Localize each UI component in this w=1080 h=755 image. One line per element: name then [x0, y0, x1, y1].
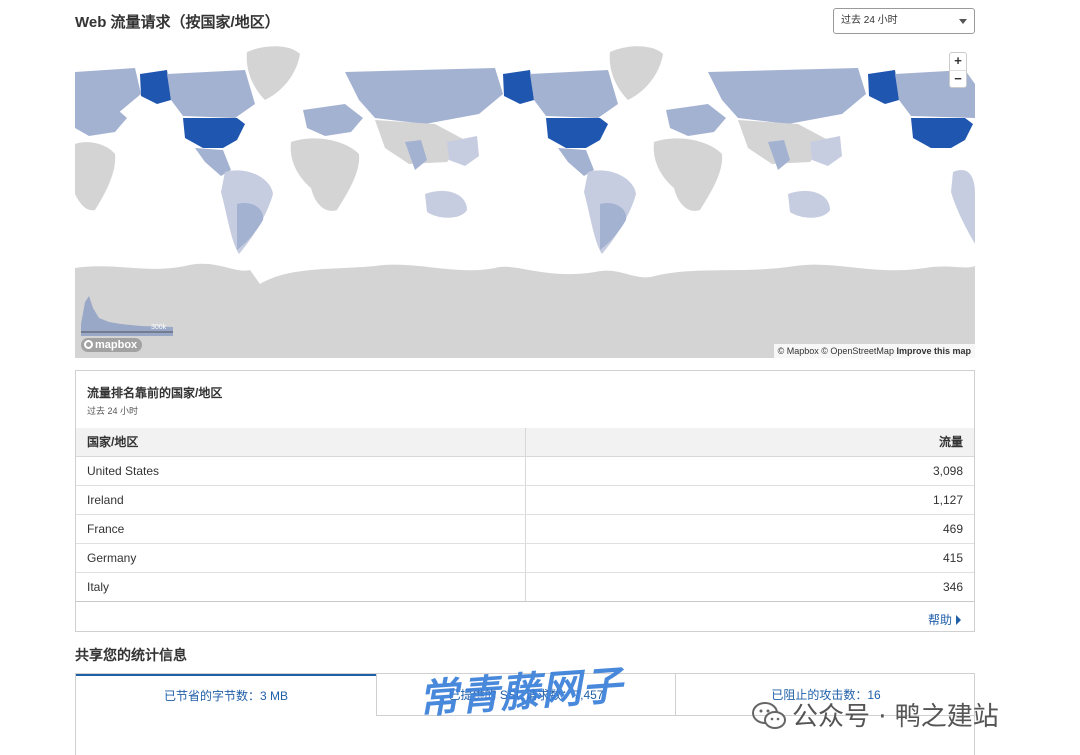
table-header-row: 国家/地区 流量: [76, 428, 974, 457]
top-countries-table: 国家/地区 流量 United States 3,098 Ireland 1,1…: [76, 428, 974, 602]
wechat-overlay: 公众号 · 鸭之建站: [752, 696, 999, 733]
table-row: Germany 415: [76, 543, 974, 573]
traffic-cell: 1,127: [525, 485, 974, 515]
country-cell: France: [76, 514, 526, 544]
time-range-value: 过去 24 小时: [841, 15, 898, 26]
zoom-out-button[interactable]: −: [950, 70, 966, 87]
wechat-account-label: 公众号 · 鸭之建站: [792, 702, 999, 732]
table-row: Italy 346: [76, 572, 974, 602]
usa: [183, 118, 245, 148]
share-stats-title: 共享您的统计信息: [75, 647, 187, 663]
page-title: Web 流量请求（按国家/地区）: [75, 14, 280, 31]
attribution-text[interactable]: © Mapbox © OpenStreetMap: [778, 346, 894, 356]
world-map-canvas: 300k: [75, 46, 975, 358]
help-link-label: 帮助: [927, 613, 952, 627]
map-zoom-control: + −: [949, 52, 967, 88]
traffic-world-map[interactable]: 300k + − mapbox © Mapbox © OpenStreetMap…: [75, 44, 975, 358]
top-countries-panel: 流量排名靠前的国家/地区 过去 24 小时 国家/地区 流量 United St…: [75, 370, 975, 632]
tab-bytes-saved[interactable]: 已节省的字节数：3 MB: [76, 674, 376, 716]
country-cell: Ireland: [76, 485, 526, 515]
mapbox-logo[interactable]: mapbox: [81, 338, 143, 352]
caret-right-icon: [956, 615, 961, 625]
improve-map-link[interactable]: Improve this map: [896, 346, 971, 356]
traffic-cell: 415: [525, 543, 974, 573]
time-range-select[interactable]: 过去 24 小时: [833, 8, 975, 34]
page-header: Web 流量请求（按国家/地区） 过去 24 小时: [75, 8, 975, 34]
map-attribution: © Mapbox © OpenStreetMap Improve this ma…: [773, 344, 975, 358]
panel-subtitle: 过去 24 小时: [87, 406, 139, 416]
zoom-in-button[interactable]: +: [950, 53, 966, 70]
svg-text:300k: 300k: [151, 324, 167, 331]
table-row: Ireland 1,127: [76, 485, 974, 515]
panel-title: 流量排名靠前的国家/地区: [87, 386, 223, 400]
country-cell: United States: [76, 456, 526, 486]
country-cell: Germany: [76, 543, 526, 573]
traffic-cell: 469: [525, 514, 974, 544]
country-cell: Italy: [76, 572, 526, 602]
table-row: United States 3,098: [76, 456, 974, 486]
chevron-down-icon: [959, 19, 967, 24]
alaska: [140, 70, 171, 104]
column-header-country[interactable]: 国家/地区: [76, 428, 526, 457]
traffic-cell: 3,098: [525, 456, 974, 486]
help-link[interactable]: 帮助: [928, 611, 961, 628]
column-header-traffic[interactable]: 流量: [525, 428, 974, 457]
mapbox-icon: [84, 340, 93, 349]
traffic-cell: 346: [525, 572, 974, 602]
wechat-icon: [752, 702, 786, 729]
table-row: France 469: [76, 514, 974, 544]
